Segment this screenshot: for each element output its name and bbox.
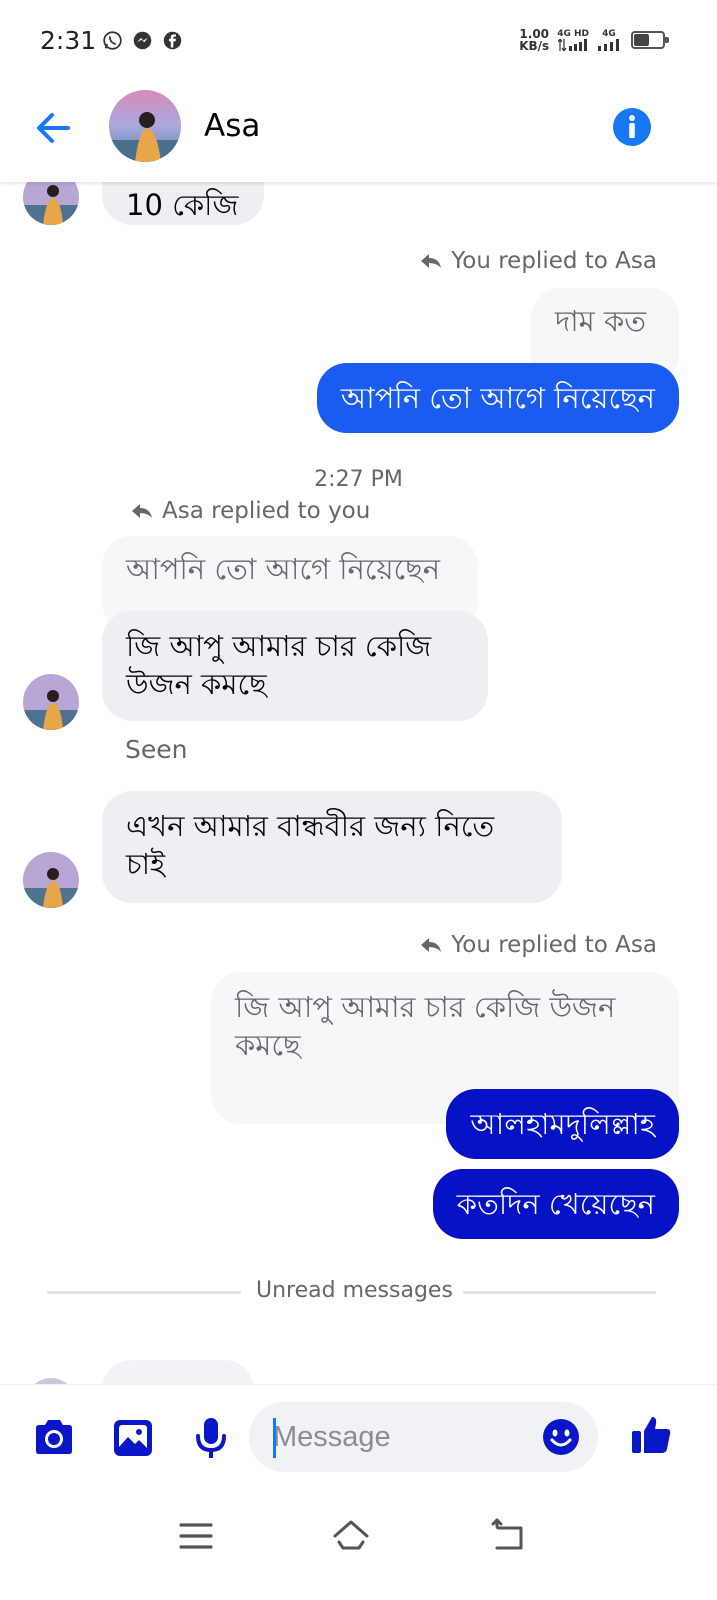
status-bar: 2:31 1.00 KB/s 4G HD 4G xyxy=(0,0,717,84)
contact-avatar-small xyxy=(23,852,79,908)
facebook-icon xyxy=(163,31,182,50)
conversation-header: Asa xyxy=(0,84,717,182)
signal-bars-icon xyxy=(558,39,588,51)
message-bubble-outgoing[interactable]: কতদিন খেয়েছেন xyxy=(432,1169,679,1239)
network-speed: 1.00 KB/s xyxy=(519,27,550,53)
reply-indicator: Asa replied to you xyxy=(130,498,370,524)
message-bubble-incoming[interactable] xyxy=(102,1360,254,1384)
back-arrow-icon[interactable] xyxy=(32,106,76,150)
message-input-container[interactable] xyxy=(249,1402,598,1472)
smiley-icon[interactable] xyxy=(542,1418,580,1456)
info-icon[interactable] xyxy=(612,107,652,147)
message-bubble-outgoing[interactable]: আলহামদুলিল্লাহ xyxy=(446,1089,679,1159)
status-time: 2:31 xyxy=(40,26,97,55)
message-bubble-outgoing[interactable]: আপনি তো আগে নিয়েছেন xyxy=(316,363,679,433)
text-cursor xyxy=(273,1418,276,1458)
divider-line xyxy=(47,1291,241,1294)
microphone-icon[interactable] xyxy=(189,1416,233,1460)
timestamp: 2:27 PM xyxy=(314,467,403,492)
reply-indicator: You replied to Asa xyxy=(419,248,657,274)
home-icon[interactable] xyxy=(331,1516,371,1556)
camera-icon[interactable] xyxy=(32,1416,76,1460)
contact-avatar[interactable] xyxy=(109,90,181,162)
contact-name[interactable]: Asa xyxy=(204,108,260,144)
signal-bars-icon xyxy=(598,39,619,51)
system-navigation-bar xyxy=(0,1490,717,1600)
battery-icon xyxy=(631,31,669,49)
seen-indicator: Seen xyxy=(125,735,188,764)
message-bubble-incoming[interactable]: এখন আমার বান্ধবীর জন্য নিতে চাই xyxy=(102,791,562,903)
contact-avatar-small xyxy=(23,182,79,225)
image-icon[interactable] xyxy=(111,1416,155,1460)
thumbs-up-icon[interactable] xyxy=(629,1413,673,1457)
contact-avatar-small xyxy=(23,674,79,730)
messenger-icon xyxy=(133,31,152,50)
reply-arrow-icon xyxy=(421,938,442,952)
unread-divider-label: Unread messages xyxy=(256,1278,453,1303)
menu-icon[interactable] xyxy=(176,1516,216,1556)
avatar-image xyxy=(109,90,181,162)
sim2-signal: 4G xyxy=(597,29,621,51)
whatsapp-icon xyxy=(103,31,122,50)
status-indicators: 1.00 KB/s 4G HD 4G xyxy=(519,27,669,53)
divider-line xyxy=(463,1291,656,1294)
back-nav-icon[interactable] xyxy=(489,1516,529,1556)
message-input[interactable] xyxy=(273,1416,533,1458)
message-bubble-incoming[interactable]: 10 কেজি xyxy=(102,182,264,225)
sim1-signal: 4G HD xyxy=(557,29,589,51)
message-list[interactable]: 10 কেজি You replied to Asa দাম কত আপনি ত… xyxy=(0,182,717,1384)
reply-arrow-icon xyxy=(132,504,152,518)
message-bubble-incoming[interactable]: জি আপু আমার চার কেজি উজন কমছে xyxy=(102,611,488,721)
reply-arrow-icon xyxy=(421,254,442,268)
reply-indicator: You replied to Asa xyxy=(419,932,657,958)
battery-level xyxy=(634,34,650,46)
status-notification-icons xyxy=(102,30,183,51)
message-composer xyxy=(0,1384,717,1490)
